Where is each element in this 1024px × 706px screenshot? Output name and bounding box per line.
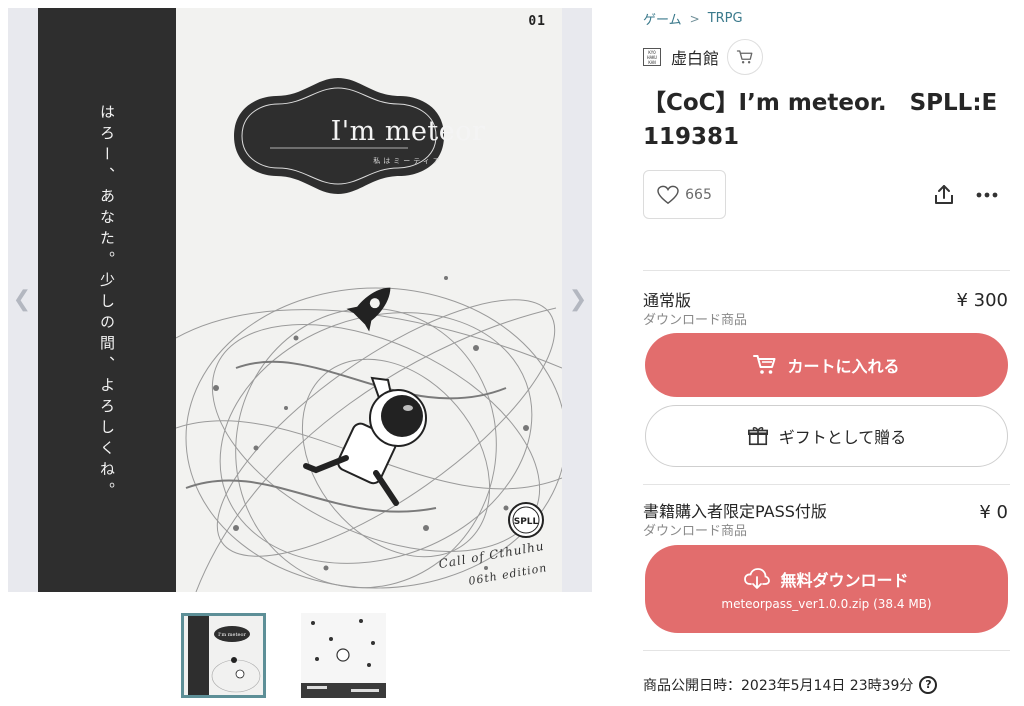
variant-price: ¥ 300 [956, 290, 1008, 311]
divider [643, 270, 1010, 271]
breadcrumb-trpg[interactable]: TRPG [708, 11, 743, 26]
cart-icon [753, 355, 776, 374]
more-horizontal-icon [976, 192, 998, 198]
cover-image: はろー、あなた。少しの間、よろしくね。 SPLL 01 I'm meteor 私… [38, 8, 562, 592]
add-to-cart-label: カートに入れる [787, 357, 900, 376]
divider [643, 484, 1010, 485]
gift-label: ギフトとして贈る [778, 428, 907, 447]
variant-price: ¥ 0 [979, 502, 1008, 523]
thumbnail-1-image: I'm meteor [184, 616, 263, 695]
published-date: 商品公開日時：2023年5月14日 23時39分 [643, 678, 914, 694]
cover-tagline: はろー、あなた。少しの間、よろしくね。 [98, 104, 116, 503]
shop-logo[interactable]: KYO HAKU KAN [643, 48, 661, 66]
like-count: 665 [685, 186, 712, 203]
product-title: 【CoC】I’m meteor. SPLL:E119381 [643, 90, 998, 150]
cover-number: 01 [528, 14, 546, 29]
breadcrumb-game[interactable]: ゲーム [643, 9, 682, 28]
shop-row: KYO HAKU KAN 虚白館 [643, 39, 764, 75]
add-to-cart-button[interactable]: カートに入れる [645, 333, 1008, 397]
heart-icon [657, 185, 679, 204]
cloud-download-icon [744, 568, 771, 589]
cart-icon [736, 50, 753, 64]
thumbnail-2-image [301, 613, 386, 698]
share-button[interactable] [932, 183, 956, 207]
thumbnail-1[interactable]: I'm meteor [181, 613, 266, 698]
download-file-info: meteorpass_ver1.0.0.zip (38.4 MB) [721, 597, 932, 611]
free-download-button[interactable]: 無料ダウンロード meteorpass_ver1.0.0.zip (38.4 M… [645, 545, 1008, 633]
gift-button[interactable]: ギフトとして贈る [645, 405, 1008, 467]
like-button[interactable]: 665 [643, 170, 726, 219]
variant-type: ダウンロード商品 [643, 313, 748, 328]
shop-cart-button[interactable] [727, 39, 764, 75]
free-download-label: 無料ダウンロード [780, 571, 909, 590]
divider [643, 650, 1010, 651]
thumbnail-2[interactable] [301, 613, 386, 698]
variant-name: 通常版 [643, 291, 692, 310]
variant-name: 書籍購入者限定PASS付版 [643, 502, 827, 521]
thumbnail-1-label: I'm meteor [218, 632, 246, 638]
more-options-button[interactable] [974, 183, 1000, 207]
chevron-right-icon: > [689, 11, 700, 26]
gift-icon [747, 427, 768, 446]
share-icon [935, 185, 953, 204]
help-icon[interactable]: ? [919, 676, 938, 694]
cover-badge: SPLL [514, 517, 539, 527]
breadcrumb: ゲーム > TRPG [643, 9, 743, 28]
variant-type: ダウンロード商品 [643, 524, 748, 539]
cover-subtitle: 私はミーティア [373, 157, 443, 165]
cover-title: I'm meteor [330, 116, 486, 147]
chevron-right-icon[interactable]: ❯ [566, 285, 590, 315]
cover-illustration: SPLL [176, 78, 562, 592]
shop-name[interactable]: 虚白館 [671, 45, 719, 69]
product-image-gallery: はろー、あなた。少しの間、よろしくね。 SPLL 01 I'm meteor 私… [8, 8, 592, 592]
published-date-row: 商品公開日時：2023年5月14日 23時39分 ? [643, 675, 938, 695]
shop-logo-line3: KAN [648, 59, 656, 65]
chevron-left-icon[interactable]: ❮ [10, 285, 34, 315]
